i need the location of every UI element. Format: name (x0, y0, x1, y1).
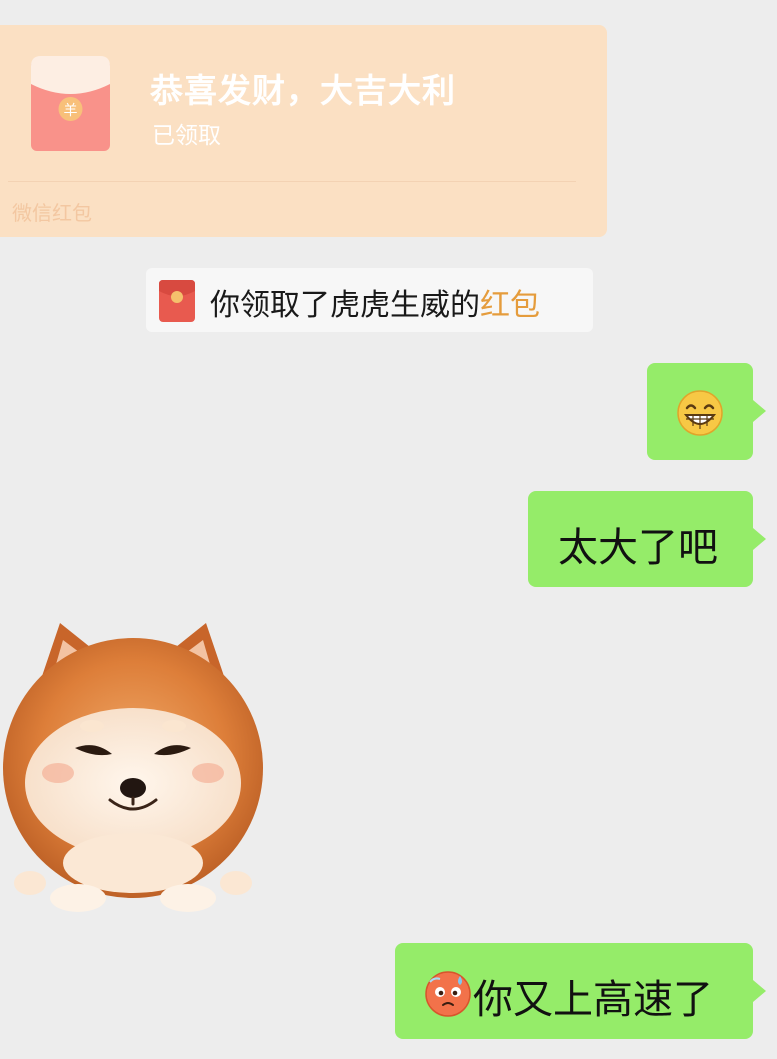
bubble-tail (753, 400, 766, 422)
red-packet-status: 已领取 (152, 123, 221, 149)
notice-text-prefix: 你领取了虎虎生威的 (210, 288, 480, 323)
notice-text: 你领取了虎虎生威的红包 (210, 280, 540, 324)
red-packet-title: 恭喜发财，大吉大利 (150, 71, 456, 110)
bubble-tail (753, 980, 766, 1002)
red-packet-small-icon (159, 280, 195, 322)
red-packet-icon: 羊 (31, 56, 110, 151)
notice-red-packet-link[interactable]: 红包 (480, 288, 540, 323)
message-text: 你又上高速了 (473, 977, 713, 1023)
bubble-tail (753, 528, 766, 550)
red-packet-divider (8, 181, 576, 182)
grinning-face-icon (677, 390, 723, 436)
shiba-dog-sticker[interactable] (0, 618, 268, 916)
red-packet-coin: 羊 (64, 103, 78, 119)
red-packet-footer: 微信红包 (12, 201, 92, 225)
message-text: 太大了吧 (558, 525, 718, 571)
sweating-face-icon (425, 971, 471, 1017)
